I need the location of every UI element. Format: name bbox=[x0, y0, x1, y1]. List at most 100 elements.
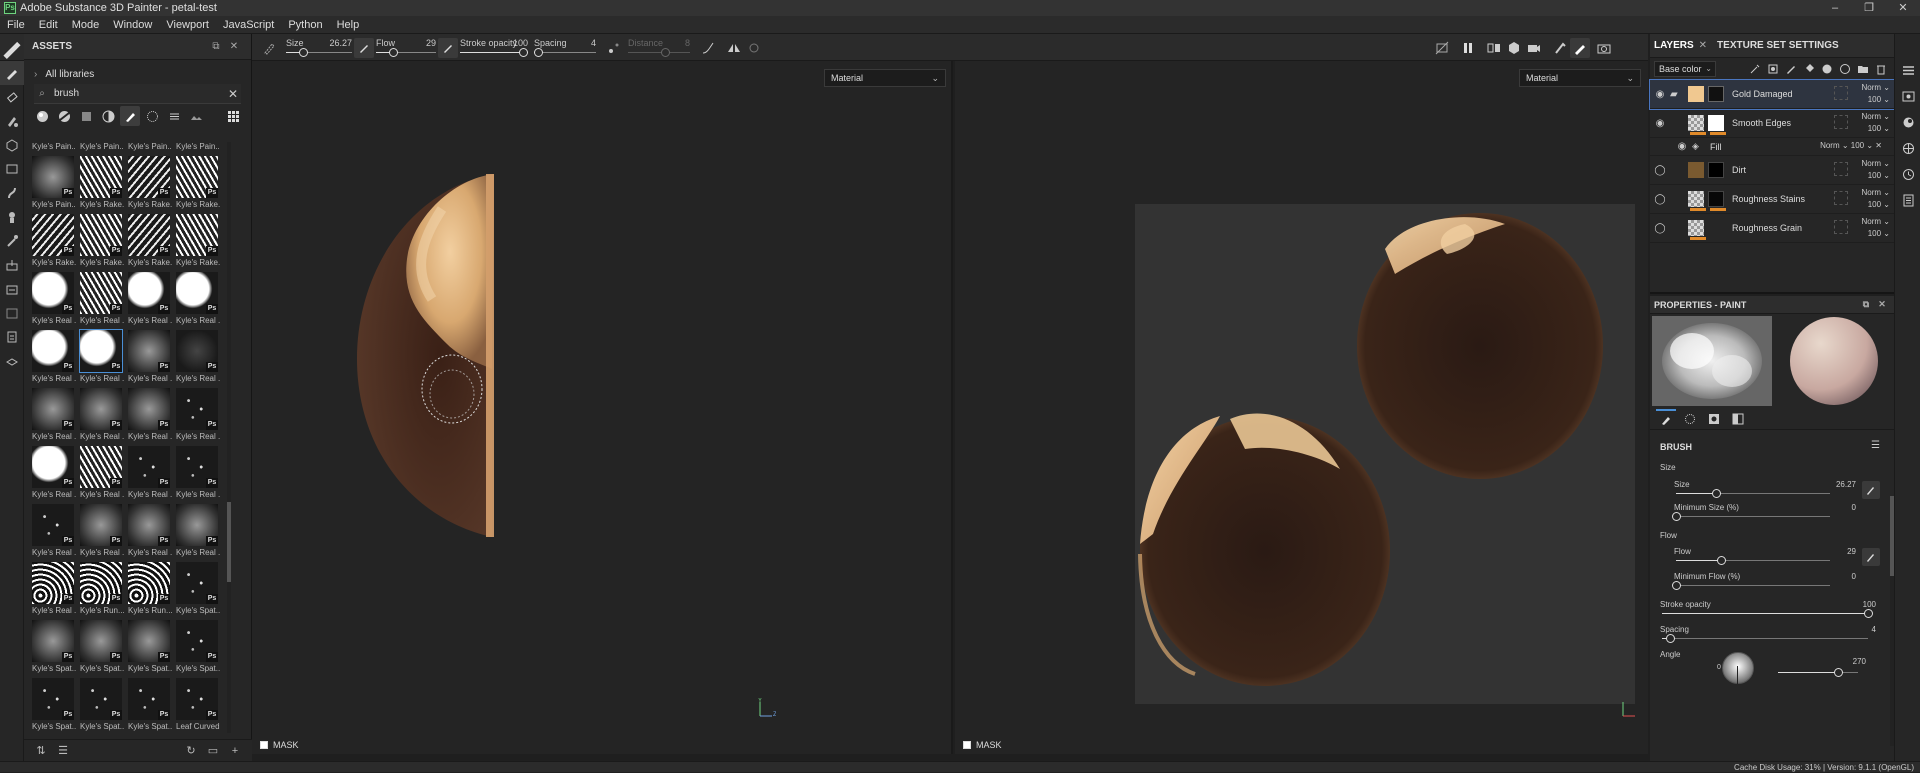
filter-textures-button[interactable] bbox=[76, 106, 96, 126]
asset-item[interactable]: PsKyle's Pain... bbox=[80, 142, 124, 156]
angle-dial[interactable] bbox=[1722, 652, 1754, 684]
asset-item[interactable]: Ps Kyle's Spat... bbox=[32, 678, 76, 733]
asset-item[interactable]: Ps Kyle's Real ... bbox=[32, 330, 76, 388]
viewport-2d[interactable]: Material ⌄ MASK bbox=[955, 61, 1648, 754]
history-button[interactable] bbox=[1895, 162, 1920, 186]
fill-blend[interactable]: Norm ⌄ 100 ⌄ ✕ bbox=[1820, 141, 1882, 150]
undock-icon[interactable]: ⧉ bbox=[207, 41, 225, 52]
asset-item[interactable]: Ps Kyle's Real ... bbox=[80, 388, 124, 446]
asset-item[interactable]: Ps Kyle's Real ... bbox=[176, 446, 220, 504]
asset-item[interactable]: Ps Leaf Curved bbox=[176, 678, 220, 733]
visibility-eye-icon[interactable]: ◯ bbox=[1650, 165, 1670, 176]
visibility-eye-icon[interactable]: ◯ bbox=[1650, 223, 1670, 234]
grid-view-button[interactable] bbox=[223, 106, 243, 126]
add-smart-material-button[interactable] bbox=[1818, 60, 1836, 78]
size-pressure-button[interactable] bbox=[354, 38, 374, 58]
shader-button[interactable] bbox=[0, 349, 24, 373]
asset-item[interactable]: Ps Kyle's Real ... bbox=[176, 272, 220, 330]
tab-alpha[interactable] bbox=[1704, 409, 1724, 429]
search-input[interactable] bbox=[50, 88, 225, 99]
symmetry-settings-button[interactable] bbox=[744, 38, 764, 58]
asset-item[interactable]: PsKyle's Pain... bbox=[176, 142, 220, 156]
layer-blend[interactable]: Norm ⌄ 100 ⌄ bbox=[1850, 216, 1891, 240]
mask-checkbox[interactable] bbox=[260, 741, 268, 749]
mask-toggle-3d[interactable]: MASK bbox=[260, 740, 299, 750]
add-mask-button[interactable] bbox=[1764, 60, 1782, 78]
asset-item[interactable]: Ps Kyle's Real ... bbox=[128, 446, 172, 504]
add-fill-layer-button[interactable] bbox=[1800, 60, 1818, 78]
asset-item[interactable]: Ps Kyle's Spat... bbox=[176, 562, 220, 620]
viewport-2d-mode-dropdown[interactable]: Material ⌄ bbox=[1519, 69, 1641, 87]
tab-brush[interactable] bbox=[1656, 408, 1676, 429]
minimize-button[interactable]: – bbox=[1818, 0, 1852, 16]
eraser-tool-button[interactable] bbox=[0, 85, 24, 109]
smudge-tool-button[interactable] bbox=[0, 181, 24, 205]
asset-item[interactable]: Ps Kyle's Real ... bbox=[176, 504, 220, 562]
symmetry-button[interactable] bbox=[724, 38, 744, 58]
lazy-mouse-button[interactable] bbox=[604, 38, 624, 58]
projection-tool-button[interactable] bbox=[0, 109, 24, 133]
asset-item[interactable]: Ps Kyle's Spat... bbox=[128, 678, 172, 733]
filter-alphas-button[interactable] bbox=[164, 106, 184, 126]
assets-scrollbar[interactable] bbox=[227, 142, 231, 733]
tab-layers[interactable]: LAYERS ✕ bbox=[1654, 40, 1707, 51]
iray-button[interactable] bbox=[1550, 38, 1570, 58]
prop-opacity-knob[interactable] bbox=[1864, 609, 1873, 618]
menu-file[interactable]: File bbox=[0, 19, 32, 31]
add-paint-layer-button[interactable] bbox=[1782, 60, 1800, 78]
close-icon[interactable]: ✕ bbox=[225, 41, 243, 52]
layer-row-roughness-grain[interactable]: ◯ Roughness Grain Norm ⌄ 100 ⌄ bbox=[1650, 214, 1894, 243]
export-button[interactable] bbox=[0, 277, 24, 301]
paint-tool-button[interactable] bbox=[0, 61, 24, 85]
libraries-selector[interactable]: › All libraries bbox=[24, 64, 251, 84]
display-settings-button[interactable] bbox=[0, 301, 24, 325]
size-pressure-button[interactable] bbox=[1862, 481, 1880, 499]
filter-smart-masks-button[interactable] bbox=[98, 106, 118, 126]
stroke-opacity-slider[interactable]: Stroke opacity 100 bbox=[460, 38, 528, 58]
sort-icon[interactable]: ⇅ bbox=[30, 744, 52, 757]
layer-row-roughness-stains[interactable]: ◯ Roughness Stains Norm ⌄ 100 ⌄ bbox=[1650, 185, 1894, 214]
tab-stencil[interactable] bbox=[1728, 409, 1748, 429]
menu-help[interactable]: Help bbox=[330, 19, 367, 31]
asset-item[interactable]: PsKyle's Pain... bbox=[32, 156, 76, 214]
spacing-knob[interactable] bbox=[534, 48, 543, 57]
asset-item[interactable]: Ps Kyle's Real ... bbox=[79, 329, 124, 388]
size-knob[interactable] bbox=[299, 48, 309, 57]
flow-pressure-button[interactable] bbox=[1862, 548, 1880, 566]
filter-smart-materials-button[interactable] bbox=[54, 106, 74, 126]
asset-item[interactable]: Ps Kyle's Real ... bbox=[128, 504, 172, 562]
visibility-eye-icon[interactable]: ◉ bbox=[1672, 141, 1692, 152]
shader-settings-button[interactable] bbox=[1895, 110, 1920, 134]
asset-item[interactable]: Ps Kyle's Real ... bbox=[176, 330, 220, 388]
clone-tool-button[interactable] bbox=[0, 205, 24, 229]
visibility-eye-icon[interactable]: ◯ bbox=[1650, 194, 1670, 205]
refresh-icon[interactable]: ↻ bbox=[180, 744, 202, 757]
filter-particles-button[interactable] bbox=[142, 106, 162, 126]
asset-item[interactable]: Ps Kyle's Real ... bbox=[128, 272, 172, 330]
menu-viewport[interactable]: Viewport bbox=[159, 19, 216, 31]
viewport-3d[interactable]: Material⌄ YZ MASK bbox=[252, 61, 953, 754]
layer-row-dirt[interactable]: ◯ Dirt Norm ⌄ 100 ⌄ bbox=[1650, 156, 1894, 185]
prop-spacing-knob[interactable] bbox=[1666, 634, 1676, 643]
distance-knob[interactable] bbox=[661, 48, 671, 57]
asset-item[interactable]: Ps Kyle's Real ... bbox=[32, 446, 76, 504]
visibility-eye-icon[interactable]: ◉ bbox=[1650, 118, 1670, 129]
asset-item[interactable]: Ps Kyle's Spat... bbox=[80, 620, 124, 678]
prop-min-size-knob[interactable] bbox=[1672, 512, 1681, 521]
prop-angle-knob[interactable] bbox=[1834, 668, 1843, 677]
paint-mode-button[interactable] bbox=[1570, 38, 1590, 58]
prop-size-knob[interactable] bbox=[1712, 489, 1722, 498]
menu-javascript[interactable]: JavaScript bbox=[216, 19, 281, 31]
asset-item[interactable]: Ps Kyle's Real ... bbox=[32, 562, 76, 620]
layer-blend[interactable]: Norm ⌄ 100 ⌄ bbox=[1850, 158, 1891, 182]
asset-item[interactable]: Ps Kyle's Real ... bbox=[128, 330, 172, 388]
layer-blend[interactable]: Norm ⌄ 100 ⌄ bbox=[1850, 82, 1891, 106]
close-icon[interactable]: ✕ bbox=[1699, 40, 1707, 51]
layer-blend[interactable]: Norm ⌄ 100 ⌄ bbox=[1850, 187, 1891, 211]
distance-slider[interactable]: Distance 8 bbox=[628, 38, 690, 58]
asset-item[interactable]: Ps Kyle's Real ... bbox=[32, 504, 76, 562]
asset-item[interactable]: Ps Kyle's Rake... bbox=[80, 156, 124, 214]
pause-button[interactable] bbox=[1458, 38, 1478, 58]
mask-toggle-2d[interactable]: MASK bbox=[963, 740, 1002, 750]
stroke-curve-button[interactable] bbox=[698, 38, 718, 58]
